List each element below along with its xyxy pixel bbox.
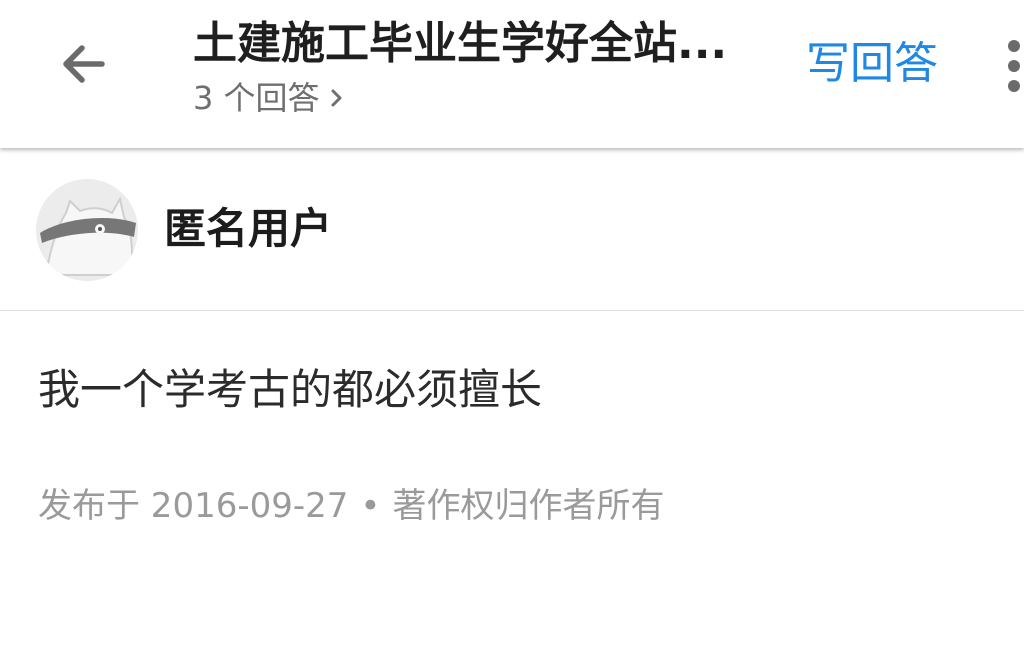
- copyright-notice: 著作权归作者所有: [392, 486, 665, 526]
- answer-count-label: 3 个回答: [193, 79, 320, 117]
- arrow-left-icon: [63, 45, 105, 83]
- answer-count-link[interactable]: 3 个回答: [193, 78, 346, 118]
- top-app-bar: 土建施工毕业生学好全站... 3 个回答 写回答: [0, 0, 1024, 148]
- answer-meta: 发布于 2016-09-27 • 著作权归作者所有: [38, 482, 664, 530]
- write-answer-button[interactable]: 写回答: [806, 36, 938, 92]
- meta-separator: •: [360, 486, 381, 526]
- chevron-right-icon: [328, 86, 346, 110]
- anonymous-avatar-icon[interactable]: [36, 179, 138, 281]
- answer-page: 土建施工毕业生学好全站... 3 个回答 写回答 匿名用户 我一个学考古的都必须…: [0, 0, 1024, 648]
- author-row[interactable]: 匿名用户: [0, 149, 1024, 311]
- answer-content: 我一个学考古的都必须擅长: [38, 365, 543, 414]
- more-vertical-icon: [1008, 40, 1020, 92]
- author-name[interactable]: 匿名用户: [164, 203, 332, 255]
- question-title[interactable]: 土建施工毕业生学好全站...: [193, 16, 763, 72]
- back-button[interactable]: [44, 24, 124, 104]
- more-options-button[interactable]: [996, 38, 1024, 94]
- publish-date: 发布于 2016-09-27: [38, 486, 349, 526]
